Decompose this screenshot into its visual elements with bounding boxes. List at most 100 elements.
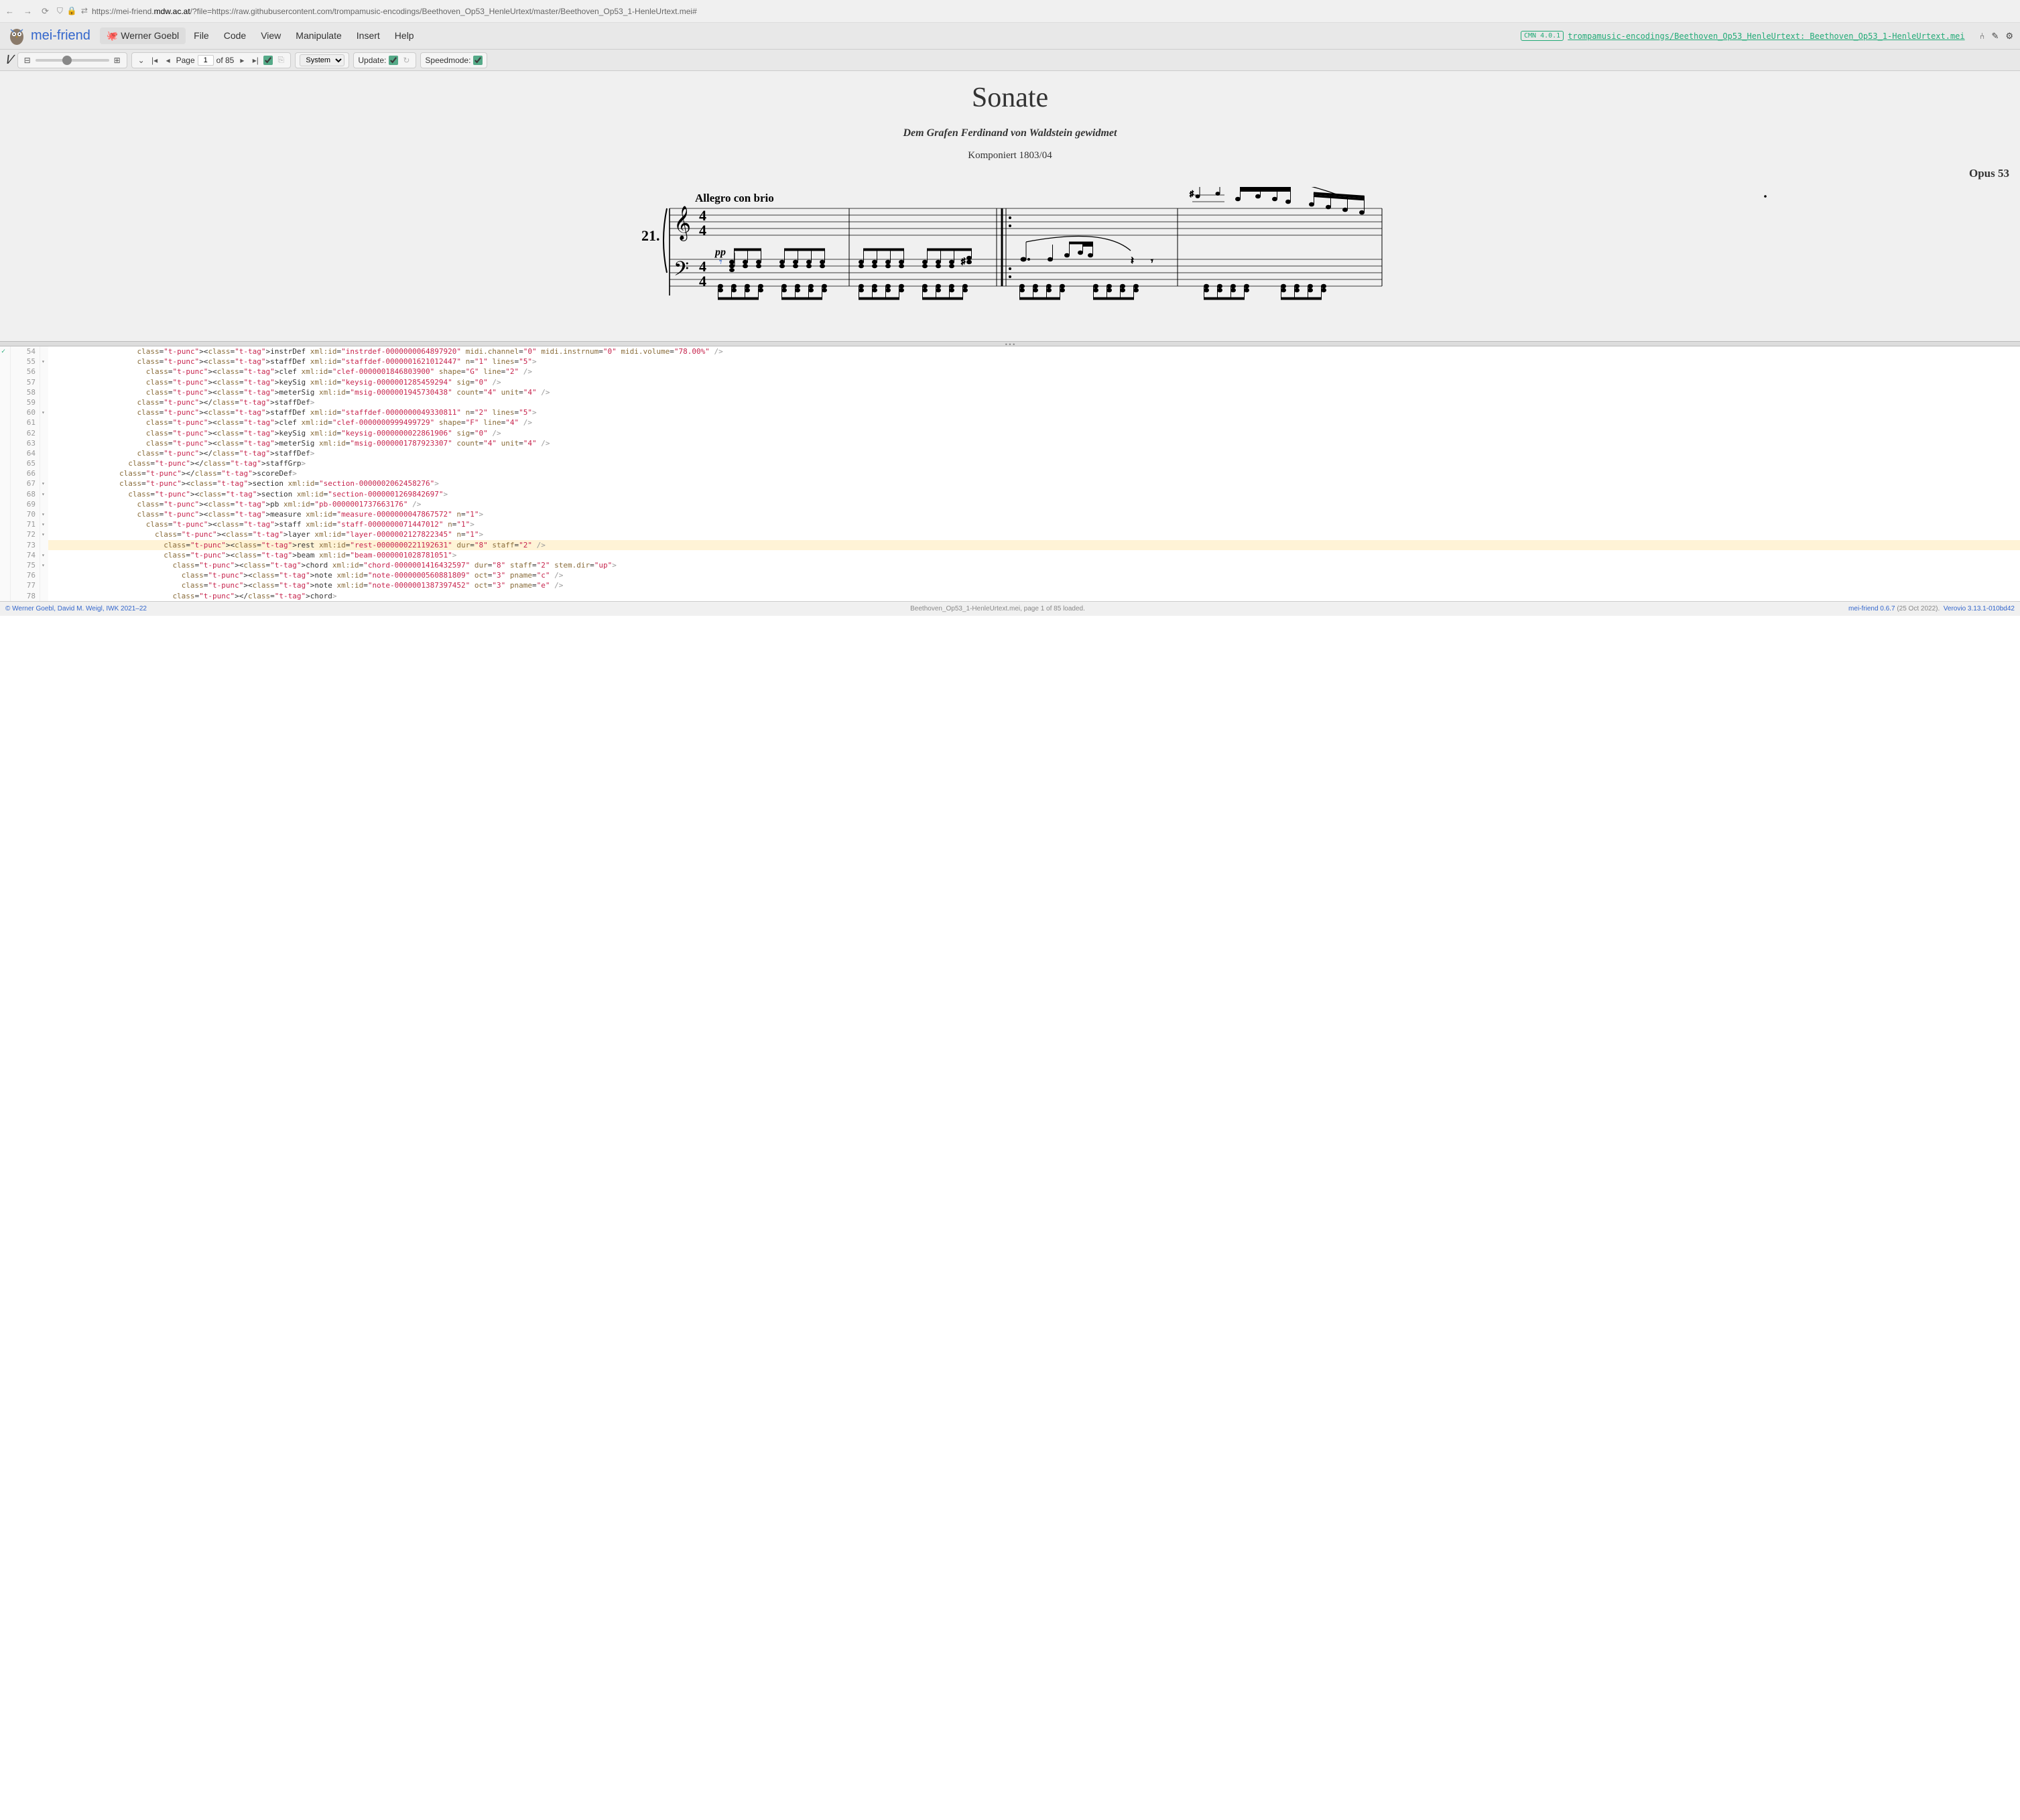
score-title: Sonate xyxy=(0,82,2020,114)
code-line[interactable]: class="t-punc"><class="t-tag">keySig xml… xyxy=(48,428,2020,438)
code-line[interactable]: class="t-punc"><class="t-tag">pb xml:id=… xyxy=(48,499,2020,509)
page-number-input[interactable] xyxy=(198,55,214,66)
notation-toolbar: 𝑉 ⊟ ⊞ ⌄ |◂ ◂ Page of 85 ▸ ▸| ⎘ System Up… xyxy=(0,50,2020,71)
cmn-version-badge: CMN 4.0.1 xyxy=(1521,31,1564,41)
code-line[interactable]: class="t-punc"><class="t-tag">layer xml:… xyxy=(48,529,2020,539)
menu-manipulate[interactable]: Manipulate xyxy=(289,27,349,44)
code-line[interactable]: class="t-punc"></class="t-tag">staffDef> xyxy=(48,448,2020,458)
menu-file[interactable]: File xyxy=(187,27,216,44)
svg-text:𝄞: 𝄞 xyxy=(674,206,691,241)
settings-icon[interactable]: ⚙ xyxy=(2005,31,2013,42)
owl-logo-icon xyxy=(7,26,27,46)
menu-code[interactable]: Code xyxy=(217,27,253,44)
score-svg[interactable]: Allegro con brio 21. pp 𝄞 𝄢 4 4 4 4 xyxy=(11,187,2009,321)
file-link[interactable]: trompamusic-encodings/Beethoven_Op53_Hen… xyxy=(1568,31,1964,41)
page-total: of 85 xyxy=(216,56,235,65)
code-line[interactable]: class="t-punc"><class="t-tag">clef xml:i… xyxy=(48,417,2020,428)
zoom-slider[interactable] xyxy=(36,59,109,62)
menu-login[interactable]: 🐙 Werner Goebl xyxy=(100,27,186,44)
code-line[interactable]: class="t-punc"><class="t-tag">staffDef x… xyxy=(48,407,2020,417)
code-line[interactable]: class="t-punc"><class="t-tag">chord xml:… xyxy=(48,560,2020,570)
validation-ok-icon: ✓ xyxy=(0,348,10,355)
orientation-icon[interactable]: ⌄ xyxy=(136,56,147,65)
tempo-text: Allegro con brio xyxy=(695,192,774,204)
update-checkbox[interactable] xyxy=(389,56,398,65)
code-line[interactable]: class="t-punc"><class="t-tag">section xm… xyxy=(48,489,2020,499)
speedmode-group: Speedmode: xyxy=(420,52,487,68)
status-file-info: Beethoven_Op53_1-HenleUrtext.mei, page 1… xyxy=(153,605,1842,612)
code-line[interactable]: class="t-punc"><class="t-tag">section xm… xyxy=(48,478,2020,489)
menu-view[interactable]: View xyxy=(254,27,288,44)
code-line[interactable]: class="t-punc"><class="t-tag">rest xml:i… xyxy=(48,540,2020,550)
edit-icon[interactable]: ✎ xyxy=(1991,31,1999,42)
update-group: Update: ↻ xyxy=(353,52,416,68)
lock-icon[interactable]: 🔒 xyxy=(67,6,77,16)
svg-text:♯: ♯ xyxy=(1190,189,1194,198)
panel-splitter[interactable]: • • • xyxy=(0,341,2020,346)
code-line[interactable]: class="t-punc"></class="t-tag">scoreDef> xyxy=(48,468,2020,478)
code-line[interactable]: class="t-punc"></class="t-tag">staffGrp> xyxy=(48,458,2020,468)
line-number-gutter: 5455565758596061626364656667686970717273… xyxy=(11,346,40,601)
app-title: mei-friend xyxy=(31,28,90,44)
score-system[interactable]: Allegro con brio 21. pp 𝄞 𝄢 4 4 4 4 xyxy=(11,187,2009,321)
code-line[interactable]: class="t-punc"></class="t-tag">staffDef> xyxy=(48,397,2020,407)
last-page-icon[interactable]: ▸| xyxy=(250,56,261,65)
code-line[interactable]: class="t-punc"><class="t-tag">note xml:i… xyxy=(48,570,2020,580)
first-page-icon[interactable]: |◂ xyxy=(149,56,160,65)
back-icon[interactable]: ← xyxy=(5,6,14,16)
toggle-icon[interactable]: ⇄ xyxy=(81,6,88,16)
fold-gutter[interactable]: ▾▾▾▾▾▾▾▾▾▾▾▾▾ xyxy=(40,346,48,601)
gutter-validation: ✓ xyxy=(0,346,11,601)
page-nav-group: ⌄ |◂ ◂ Page of 85 ▸ ▸| ⎘ xyxy=(131,52,292,68)
menu-insert[interactable]: Insert xyxy=(350,27,387,44)
svg-text:♯: ♯ xyxy=(961,256,966,266)
forward-icon[interactable]: → xyxy=(23,6,32,16)
score-composed: Komponiert 1803/04 xyxy=(0,150,2020,161)
code-line[interactable]: class="t-punc"><class="t-tag">measure xm… xyxy=(48,509,2020,519)
code-line[interactable]: class="t-punc"><class="t-tag">instrDef x… xyxy=(48,346,2020,356)
piece-number: 21. xyxy=(641,227,660,244)
status-version: mei-friend 0.6.7 (25 Oct 2022). Verovio … xyxy=(1848,605,2015,612)
status-copyright[interactable]: © Werner Goebl, David M. Weigl, IWK 2021… xyxy=(5,605,147,612)
zoom-in-icon[interactable]: ⊞ xyxy=(112,56,123,65)
code-line[interactable]: class="t-punc"><class="t-tag">staffDef x… xyxy=(48,356,2020,367)
code-line[interactable]: class="t-punc"></class="t-tag">chord> xyxy=(48,591,2020,601)
speedmode-checkbox[interactable] xyxy=(473,56,483,65)
next-page-icon[interactable]: ▸ xyxy=(237,56,247,65)
svg-text:𝄾: 𝄾 xyxy=(1151,255,1153,266)
selected-rest: 𝄾 xyxy=(719,255,722,269)
code-line[interactable]: class="t-punc"><class="t-tag">meterSig x… xyxy=(48,387,2020,397)
reload-icon[interactable]: ⟳ xyxy=(42,6,49,17)
prev-page-icon[interactable]: ◂ xyxy=(163,56,174,65)
zoom-group: ⊟ ⊞ xyxy=(17,52,127,68)
fork-icon[interactable]: ⑃ xyxy=(1980,31,1985,42)
refresh-icon[interactable]: ↻ xyxy=(401,56,412,65)
code-line[interactable]: class="t-punc"><class="t-tag">clef xml:i… xyxy=(48,367,2020,377)
code-line[interactable]: class="t-punc"><class="t-tag">meterSig x… xyxy=(48,438,2020,448)
svg-text:𝄽: 𝄽 xyxy=(1131,255,1134,267)
svg-text:4: 4 xyxy=(699,273,706,289)
code-line[interactable]: class="t-punc"><class="t-tag">staff xml:… xyxy=(48,519,2020,529)
status-bar: © Werner Goebl, David M. Weigl, IWK 2021… xyxy=(0,601,2020,616)
zoom-out-icon[interactable]: ⊟ xyxy=(22,56,33,65)
app-header: mei-friend 🐙 Werner Goebl File Code View… xyxy=(0,23,2020,50)
score-dedication: Dem Grafen Ferdinand von Waldstein gewid… xyxy=(0,127,2020,139)
pdf-icon[interactable]: ⎘ xyxy=(275,55,286,65)
code-content[interactable]: class="t-punc"><class="t-tag">instrDef x… xyxy=(48,346,2020,601)
code-line[interactable]: class="t-punc"><class="t-tag">keySig xml… xyxy=(48,377,2020,387)
speedmode-label: Speedmode: xyxy=(425,56,470,65)
code-line[interactable]: class="t-punc"><class="t-tag">note xml:i… xyxy=(48,580,2020,590)
code-line[interactable]: class="t-punc"><class="t-tag">beam xml:i… xyxy=(48,550,2020,560)
code-editor[interactable]: ✓ 54555657585960616263646566676869707172… xyxy=(0,346,2020,601)
svg-text:4: 4 xyxy=(699,222,706,239)
url-text[interactable]: https://mei-friend.mdw.ac.at/?file=https… xyxy=(92,7,2015,16)
auto-checkbox[interactable] xyxy=(263,56,273,65)
page-label: Page xyxy=(176,56,195,65)
breaks-select[interactable]: System xyxy=(300,54,344,66)
shield-icon[interactable]: ⛉ xyxy=(57,6,63,16)
notation-panel[interactable]: Sonate Dem Grafen Ferdinand von Waldstei… xyxy=(0,71,2020,341)
update-label: Update: xyxy=(358,56,386,65)
verovio-icon[interactable]: 𝑉 xyxy=(5,53,13,67)
menu-help[interactable]: Help xyxy=(388,27,421,44)
app-logo[interactable]: mei-friend xyxy=(7,26,90,46)
